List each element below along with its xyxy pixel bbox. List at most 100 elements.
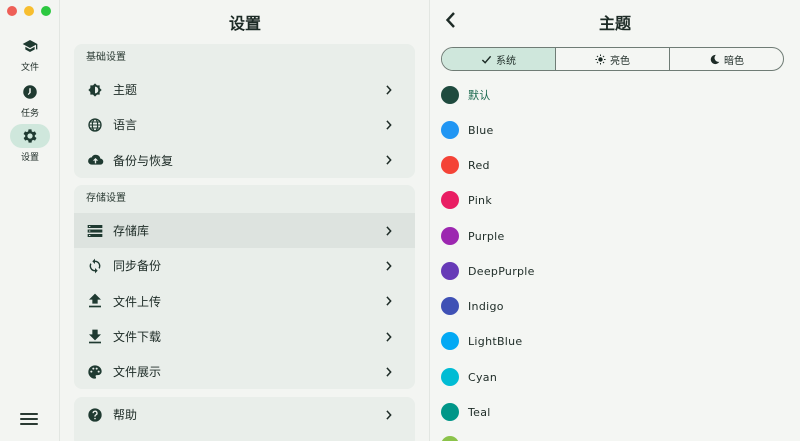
color-name: Indigo [468, 299, 504, 313]
color-swatch [441, 191, 459, 209]
color-name: LightBlue [468, 334, 523, 348]
theme-mode-light[interactable]: 亮色 [556, 48, 670, 70]
settings-item-sync[interactable]: 同步备份 [74, 248, 415, 283]
color-swatch [441, 227, 459, 245]
settings-group-help: 帮助 [74, 397, 415, 441]
cloud-upload-icon [86, 151, 104, 169]
settings-item-help[interactable]: 帮助 [74, 397, 415, 432]
chevron-right-icon [386, 84, 392, 95]
moon-icon [710, 54, 720, 64]
settings-group-basic: 基础设置 主题 语言 备份与恢复 [74, 44, 415, 178]
color-swatch [441, 86, 459, 104]
chevron-right-icon [386, 120, 392, 130]
globe-icon [86, 116, 104, 134]
color-option-deeppurple[interactable]: DeepPurple [441, 261, 535, 281]
color-swatch [441, 262, 459, 280]
help-icon [86, 406, 104, 424]
school-icon [10, 34, 50, 58]
rail-label-files: 文件 [20, 63, 39, 73]
settings-item-label: 备份与恢复 [113, 153, 174, 168]
color-name: DeepPurple [468, 264, 535, 278]
theme-mode-dark[interactable]: 暗色 [670, 48, 783, 70]
settings-item-upload[interactable]: 文件上传 [74, 284, 415, 319]
color-option-pink[interactable]: Pink [441, 190, 492, 210]
settings-item-label: 文件下载 [113, 330, 162, 345]
rail-item-tasks[interactable]: 任务 [0, 80, 60, 119]
brightness-icon [86, 81, 104, 99]
settings-item-label: 同步备份 [113, 259, 162, 274]
storage-icon [86, 222, 104, 240]
gear-icon [10, 124, 50, 148]
color-option-default[interactable]: 默认 [441, 85, 491, 105]
theme-panel: 主题 系统 亮色 暗色 默认 Blue Red Pink Purple Deep… [430, 0, 800, 441]
chevron-right-icon [386, 155, 392, 165]
color-option-purple[interactable]: Purple [441, 226, 505, 246]
upload-icon [86, 292, 104, 310]
color-option-cyan[interactable]: Cyan [441, 367, 497, 387]
navigation-rail: 文件 任务 设置 [0, 0, 60, 441]
color-name: Cyan [468, 370, 498, 384]
color-swatch [441, 121, 459, 139]
settings-item-label: 帮助 [113, 408, 138, 423]
window-controls [7, 6, 51, 16]
color-swatch [441, 156, 459, 174]
rail-label-settings: 设置 [20, 153, 39, 163]
color-swatch-partial [441, 436, 459, 441]
chevron-right-icon [386, 409, 392, 420]
sun-icon [595, 53, 606, 65]
group-header: 存储设置 [86, 193, 126, 204]
color-option-red[interactable]: Red [441, 155, 490, 175]
settings-panel: 设置 基础设置 主题 语言 备份与恢复 存储设置 存储库 同步备份 文件上传 文… [60, 0, 430, 441]
chevron-right-icon [386, 367, 392, 377]
color-swatch [441, 332, 459, 350]
color-option-blue[interactable]: Blue [441, 120, 494, 140]
rail-label-tasks: 任务 [20, 109, 39, 119]
color-swatch [441, 403, 459, 421]
rail-item-files[interactable]: 文件 [0, 34, 60, 73]
color-name: Blue [468, 123, 494, 137]
settings-item-label: 主题 [113, 83, 138, 98]
color-option-lightblue[interactable]: LightBlue [441, 331, 523, 351]
settings-item-label: 文件上传 [113, 294, 162, 309]
palette-icon [86, 363, 104, 381]
zoom-window-button[interactable] [41, 6, 51, 16]
settings-item-label: 存储库 [113, 224, 150, 239]
color-swatch [441, 368, 459, 386]
group-header: 基础设置 [86, 52, 126, 63]
color-name: Red [468, 158, 490, 172]
settings-item-language[interactable]: 语言 [74, 107, 415, 142]
minimize-window-button[interactable] [24, 6, 34, 16]
theme-mode-label: 亮色 [610, 55, 630, 67]
color-option-indigo[interactable]: Indigo [441, 296, 504, 316]
color-name: Purple [468, 229, 505, 243]
chevron-right-icon [386, 331, 392, 342]
page-title: 设置 [228, 14, 261, 33]
settings-item-backup[interactable]: 备份与恢复 [74, 143, 415, 178]
chevron-right-icon [386, 225, 392, 236]
check-icon [481, 55, 492, 64]
settings-item-label: 语言 [113, 118, 138, 133]
settings-item-download[interactable]: 文件下载 [74, 319, 415, 354]
chevron-right-icon [386, 261, 392, 271]
color-name: 默认 [468, 89, 491, 102]
settings-item-display[interactable]: 文件展示 [74, 354, 415, 389]
settings-item-storage[interactable]: 存储库 [74, 213, 415, 249]
sync-icon [86, 257, 104, 275]
color-name: Teal [468, 405, 491, 419]
settings-group-storage: 存储设置 存储库 同步备份 文件上传 文件下载 文件展示 [74, 185, 415, 390]
theme-title: 主题 [598, 14, 631, 33]
progress-icon [10, 80, 50, 104]
hamburger-icon[interactable] [20, 413, 38, 427]
settings-item-theme[interactable]: 主题 [74, 72, 415, 107]
close-window-button[interactable] [7, 6, 17, 16]
theme-mode-system[interactable]: 系统 [442, 48, 556, 70]
color-name: Pink [468, 193, 492, 207]
theme-mode-label: 暗色 [724, 55, 744, 67]
color-option-teal[interactable]: Teal [441, 402, 491, 422]
color-swatch [441, 297, 459, 315]
download-icon [86, 328, 104, 346]
theme-mode-selector: 系统 亮色 暗色 [441, 47, 784, 71]
chevron-right-icon [386, 296, 392, 306]
settings-item-label: 文件展示 [113, 365, 162, 380]
rail-item-settings[interactable]: 设置 [0, 124, 60, 163]
